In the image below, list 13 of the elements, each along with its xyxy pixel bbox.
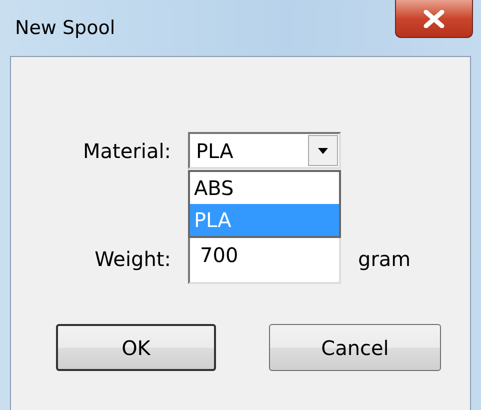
material-value: PLA	[195, 138, 234, 162]
caret-icon	[318, 148, 328, 154]
weight-label: Weight:	[94, 247, 171, 271]
window-title: New Spool	[15, 17, 116, 39]
dropdown-option[interactable]: ABS	[190, 172, 339, 204]
close-icon	[423, 10, 445, 28]
material-label: Material:	[82, 138, 171, 162]
dropdown-button[interactable]	[308, 135, 338, 166]
material-dropdown[interactable]: PLA	[188, 132, 341, 169]
ok-button[interactable]: OK	[56, 324, 216, 371]
unit-label: gram	[358, 247, 412, 271]
close-button[interactable]	[395, 0, 473, 38]
cancel-button[interactable]: Cancel	[269, 324, 441, 371]
